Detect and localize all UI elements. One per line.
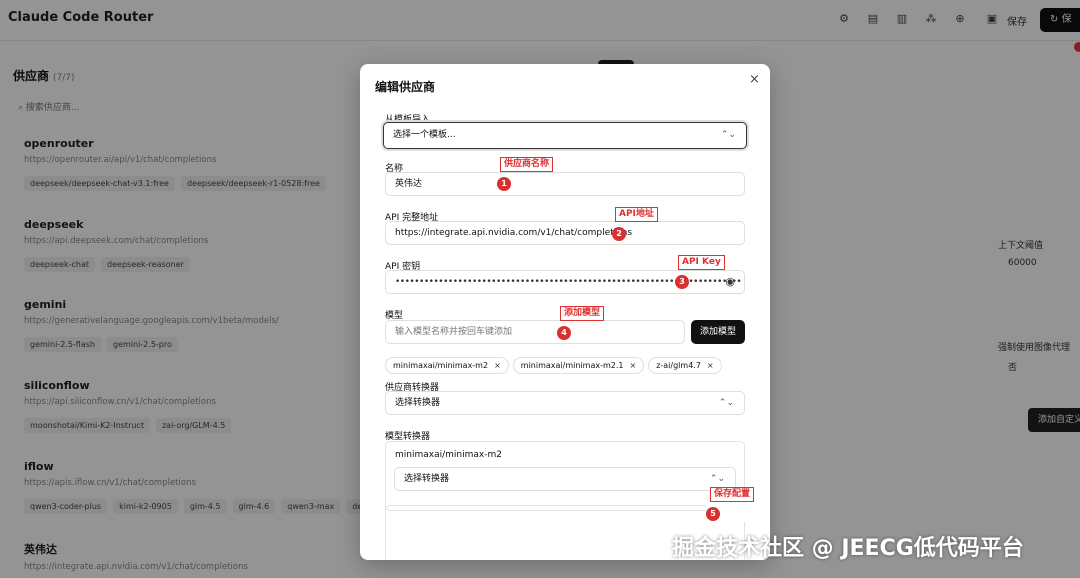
template-select-value: 选择一个模板... — [393, 130, 456, 140]
chevron-updown-icon: ⌃⌄ — [720, 130, 736, 140]
x-icon[interactable]: × — [494, 361, 501, 370]
annotation-number-4: 4 — [557, 326, 571, 340]
annotation-number-3: 3 — [675, 275, 689, 289]
x-icon[interactable]: × — [629, 361, 636, 370]
close-icon[interactable]: × — [749, 72, 760, 87]
annotation-number-1: 1 — [497, 177, 511, 191]
model-chip-label: minimaxai/minimax-m2 — [393, 361, 489, 370]
model-transformer-select[interactable]: 选择转换器 ⌃⌄ — [394, 467, 736, 491]
model-chip-label: minimaxai/minimax-m2.1 — [520, 361, 624, 370]
model-chip-list: minimaxai/minimax-m2 × minimaxai/minimax-m… — [385, 353, 726, 374]
name-value: 英伟达 — [395, 179, 423, 189]
model-placeholder: 输入模型名称并按回车键添加 — [395, 327, 513, 337]
model-input[interactable]: 输入模型名称并按回车键添加 — [385, 320, 685, 344]
api-url-value: https://integrate.api.nvidia.com/v1/chat… — [395, 228, 633, 238]
model-chip: z-ai/glm4.7 × — [648, 357, 722, 374]
api-url-input[interactable]: https://integrate.api.nvidia.com/v1/chat… — [385, 221, 745, 245]
annotation-label-4: 添加模型 — [560, 306, 605, 321]
annotation-label-1: 供应商名称 — [500, 157, 554, 172]
chevron-updown-icon: ⌃⌄ — [718, 398, 734, 408]
api-key-value: ••••••••••••••••••••••••••••••••••••••••… — [395, 277, 742, 287]
annotation-label-2: API地址 — [615, 207, 658, 222]
annotation-number-5: 5 — [706, 507, 720, 521]
x-icon[interactable]: × — [707, 361, 714, 370]
template-select[interactable]: 选择一个模板... ⌃⌄ — [383, 122, 747, 149]
name-input[interactable]: 英伟达 — [385, 172, 745, 196]
provider-transformer-select[interactable]: 选择转换器 ⌃⌄ — [385, 391, 745, 415]
eye-icon[interactable]: ◉ — [725, 271, 735, 293]
provider-transformer-value: 选择转换器 — [395, 398, 441, 408]
model-chip: minimaxai/minimax-m2.1 × — [512, 357, 645, 374]
model-chip-label: z-ai/glm4.7 — [656, 361, 701, 370]
model-transformer-value: 选择转换器 — [404, 474, 450, 484]
model-transformer-model: minimaxai/minimax-m2 — [395, 450, 502, 460]
dialog-title: 编辑供应商 — [375, 80, 436, 94]
model-chip: minimaxai/minimax-m2 × — [385, 357, 509, 374]
annotation-number-2: 2 — [612, 227, 626, 241]
annotation-label-5: 保存配置 — [710, 487, 755, 502]
api-key-input[interactable]: ••••••••••••••••••••••••••••••••••••••••… — [385, 270, 745, 294]
watermark: 掘金技术社区 @ JEECG低代码平台 — [672, 536, 1024, 561]
model-transformer-card: minimaxai/minimax-m2 选择转换器 ⌃⌄ — [385, 441, 745, 511]
add-model-button[interactable]: 添加模型 — [691, 320, 745, 344]
annotation-label-3: API Key — [678, 255, 725, 270]
